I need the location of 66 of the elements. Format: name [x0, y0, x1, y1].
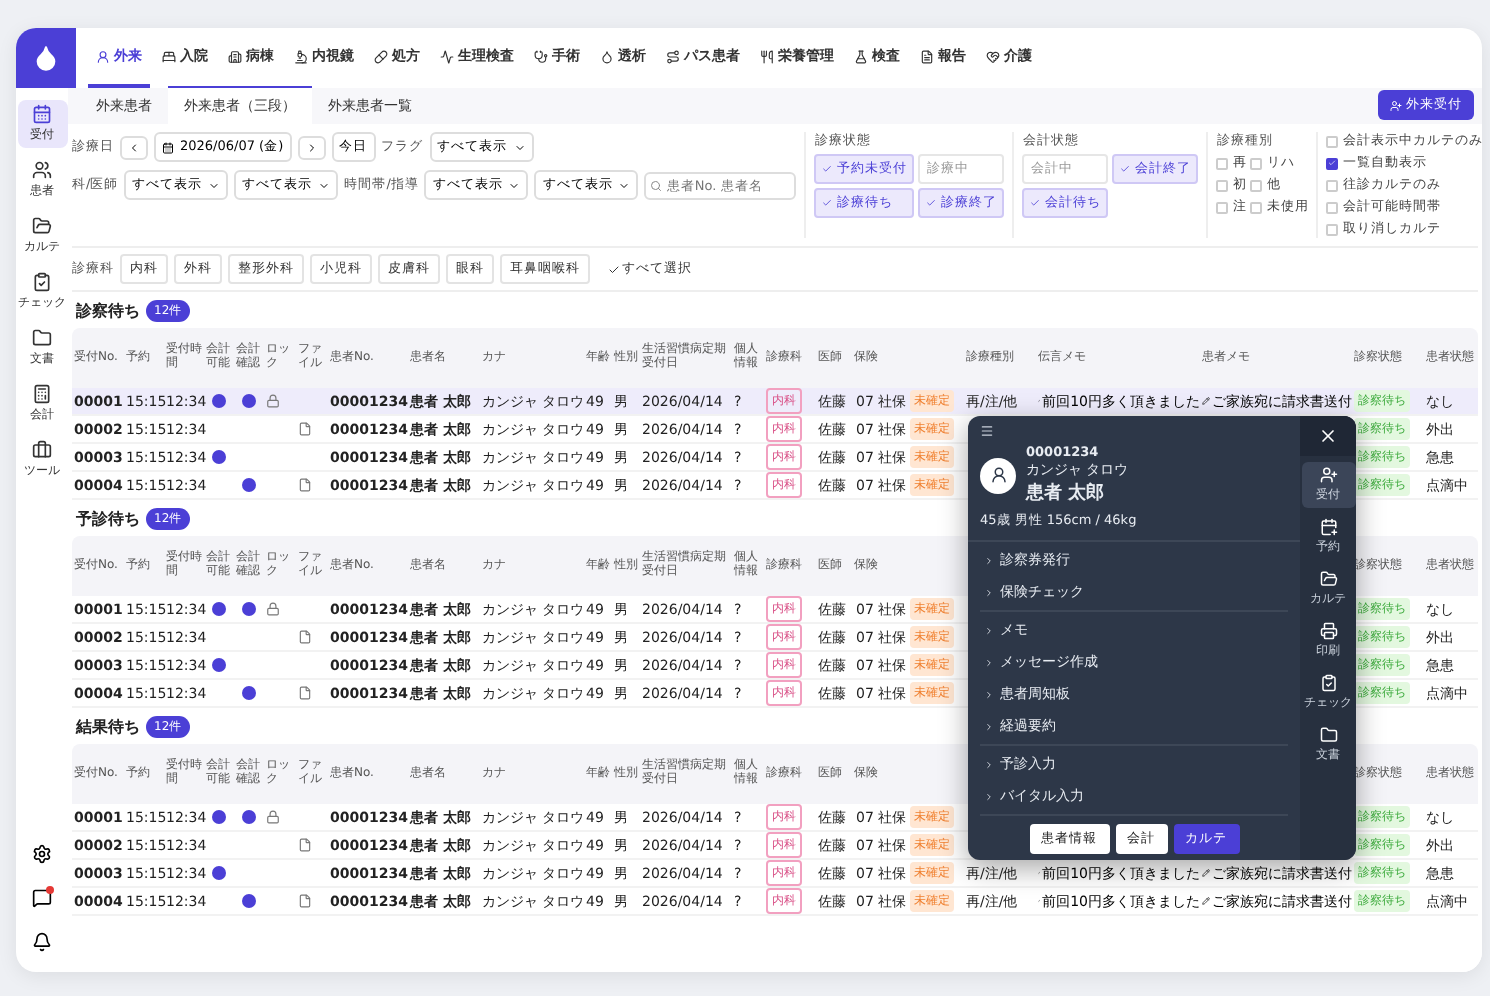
avatar-icon [980, 457, 1016, 493]
chevron-down-icon [208, 179, 221, 191]
check-icon [1120, 164, 1131, 174]
pill-icon [374, 49, 388, 63]
pencil-icon [1202, 396, 1210, 406]
stethoscope-icon [534, 49, 548, 63]
flask-icon [854, 49, 868, 63]
printer-icon [1319, 622, 1337, 640]
calculator-icon [32, 384, 52, 404]
chevron-right-icon [984, 587, 994, 597]
route-icon [666, 49, 680, 63]
building-icon [228, 49, 242, 63]
check-icon [822, 164, 833, 174]
check-icon [608, 263, 620, 275]
chevron-left-icon [128, 141, 140, 153]
chevron-right-icon [984, 759, 994, 769]
check-icon [1030, 198, 1041, 208]
clipboard-icon [1319, 674, 1337, 692]
chat-icon[interactable] [32, 888, 52, 908]
check-icon [926, 198, 937, 208]
chevron-right-icon [984, 625, 994, 635]
heart-hand-icon [986, 49, 1000, 63]
folder-icon [1319, 726, 1337, 744]
close-button[interactable] [1300, 416, 1356, 456]
chevron-right-icon [984, 791, 994, 801]
folder-icon [32, 216, 52, 236]
bell-icon[interactable] [32, 932, 52, 952]
people-icon [32, 160, 52, 180]
pencil-icon [1202, 896, 1210, 906]
check-icon [1328, 158, 1337, 168]
patient-name: 患者 太郎 [1026, 480, 1107, 506]
calendar-icon [32, 104, 52, 124]
droplet-icon [600, 49, 614, 63]
section-title: 結果待ち [76, 715, 140, 737]
settings-icon[interactable] [32, 844, 52, 864]
menu-icon[interactable] [980, 424, 994, 438]
chevron-right-icon [984, 555, 994, 565]
person-add-icon [1319, 466, 1337, 484]
bed-icon [162, 49, 176, 63]
folder-icon [1319, 570, 1337, 588]
check-icon [822, 198, 833, 208]
chevron-down-icon [508, 179, 521, 191]
utensils-icon [760, 49, 774, 63]
chevron-right-icon [984, 657, 994, 667]
chevron-right-icon [984, 689, 994, 699]
section-title: 診察待ち [76, 299, 140, 321]
app-logo[interactable] [16, 28, 76, 88]
chevron-right-icon [305, 141, 318, 153]
pulse-icon [440, 49, 454, 63]
person-icon [96, 49, 110, 63]
chevron-down-icon [618, 179, 631, 191]
pencil-icon [1202, 868, 1210, 878]
calendar-icon [162, 141, 174, 153]
calendar-icon [1319, 518, 1337, 536]
chevron-down-icon [318, 179, 331, 191]
chevron-down-icon [513, 141, 526, 153]
section-title: 予診待ち [76, 507, 140, 529]
document-icon [920, 49, 934, 63]
microscope-icon [294, 49, 308, 63]
briefcase-icon [32, 440, 52, 460]
folder-icon [32, 328, 52, 348]
person-add-icon [1390, 99, 1402, 111]
search-icon [650, 179, 663, 191]
clipboard-icon [32, 272, 52, 292]
chevron-right-icon [984, 721, 994, 731]
close-icon [1318, 426, 1338, 446]
